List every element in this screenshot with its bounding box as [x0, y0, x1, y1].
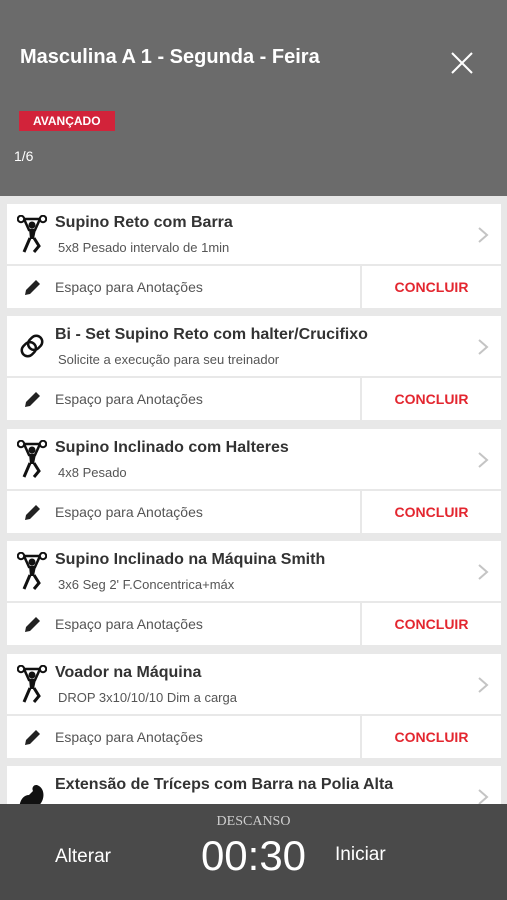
- start-timer-button[interactable]: Iniciar: [335, 844, 386, 866]
- complete-button[interactable]: CONCLUIR: [362, 378, 501, 420]
- pencil-icon: [25, 280, 40, 295]
- exercise-row[interactable]: Supino Inclinado na Máquina Smith 3x6 Se…: [7, 541, 501, 601]
- chevron-right-icon: [478, 677, 489, 693]
- exercise-description: 3x6 Seg 2' F.Concentrica+máx: [58, 577, 235, 592]
- notes-placeholder: Espaço para Anotações: [55, 391, 203, 407]
- exercise-list[interactable]: Supino Reto com Barra 5x8 Pesado interva…: [0, 196, 507, 804]
- chevron-right-icon: [478, 452, 489, 468]
- pencil-icon: [25, 730, 40, 745]
- exercise-name: Supino Reto com Barra: [55, 214, 233, 231]
- link-icon: [20, 334, 44, 358]
- pencil-icon: [25, 505, 40, 520]
- exercise-description: Solicite a execução para seu treinador: [58, 352, 280, 367]
- workout-title: Masculina A 1 - Segunda - Feira: [20, 46, 320, 68]
- exercise-description: 5x8 Pesado intervalo de 1min: [58, 240, 230, 255]
- exercise-row[interactable]: Bi - Set Supino Reto com halter/Crucifix…: [7, 316, 501, 376]
- rest-timer-bar: Alterar DESCANSO 00:30 Iniciar: [0, 804, 507, 900]
- workout-header: Masculina A 1 - Segunda - Feira AVANÇADO…: [0, 0, 507, 196]
- notes-placeholder: Espaço para Anotações: [55, 616, 203, 632]
- notes-field[interactable]: Espaço para Anotações: [7, 491, 360, 533]
- close-button[interactable]: [444, 45, 480, 81]
- complete-button[interactable]: CONCLUIR: [362, 716, 501, 758]
- exercise-name: Voador na Máquina: [55, 664, 202, 681]
- exercise-name: Supino Inclinado com Halteres: [55, 439, 289, 456]
- exercise-name: Extensão de Tríceps com Barra na Polia A…: [55, 776, 394, 793]
- exercise-row[interactable]: Supino Reto com Barra 5x8 Pesado interva…: [7, 204, 501, 264]
- exercise-row[interactable]: Supino Inclinado com Halteres 4x8 Pesado: [7, 429, 501, 489]
- chevron-right-icon: [478, 227, 489, 243]
- notes-field[interactable]: Espaço para Anotações: [7, 266, 360, 308]
- complete-button[interactable]: CONCLUIR: [362, 491, 501, 533]
- notes-field[interactable]: Espaço para Anotações: [7, 716, 360, 758]
- weightlifter-icon: [17, 440, 47, 478]
- complete-button[interactable]: CONCLUIR: [362, 603, 501, 645]
- notes-field[interactable]: Espaço para Anotações: [7, 378, 360, 420]
- exercise-description: DROP 3x10/10/10 Dim a carga: [58, 690, 237, 705]
- exercise-row[interactable]: Extensão de Tríceps com Barra na Polia A…: [7, 766, 501, 804]
- exercise-name: Bi - Set Supino Reto com halter/Crucifix…: [55, 326, 368, 343]
- chevron-right-icon: [478, 789, 489, 804]
- pencil-icon: [25, 392, 40, 407]
- notes-placeholder: Espaço para Anotações: [55, 729, 203, 745]
- weightlifter-icon: [17, 552, 47, 590]
- exercise-name: Supino Inclinado na Máquina Smith: [55, 551, 326, 568]
- weightlifter-icon: [17, 665, 47, 703]
- rest-label: DESCANSO: [216, 814, 291, 829]
- level-badge: AVANÇADO: [19, 111, 115, 131]
- complete-button[interactable]: CONCLUIR: [362, 266, 501, 308]
- chevron-right-icon: [478, 564, 489, 580]
- chevron-right-icon: [478, 339, 489, 355]
- notes-placeholder: Espaço para Anotações: [55, 504, 203, 520]
- close-icon: [451, 52, 473, 74]
- exercise-description: 4x8 Pesado: [58, 465, 127, 480]
- flexed-arm-icon: [19, 784, 44, 804]
- exercise-progress: 1/6: [14, 148, 34, 164]
- pencil-icon: [25, 617, 40, 632]
- notes-field[interactable]: Espaço para Anotações: [7, 603, 360, 645]
- notes-placeholder: Espaço para Anotações: [55, 279, 203, 295]
- weightlifter-icon: [17, 215, 47, 253]
- rest-timer: 00:30: [200, 832, 307, 879]
- exercise-row[interactable]: Voador na Máquina DROP 3x10/10/10 Dim a …: [7, 654, 501, 714]
